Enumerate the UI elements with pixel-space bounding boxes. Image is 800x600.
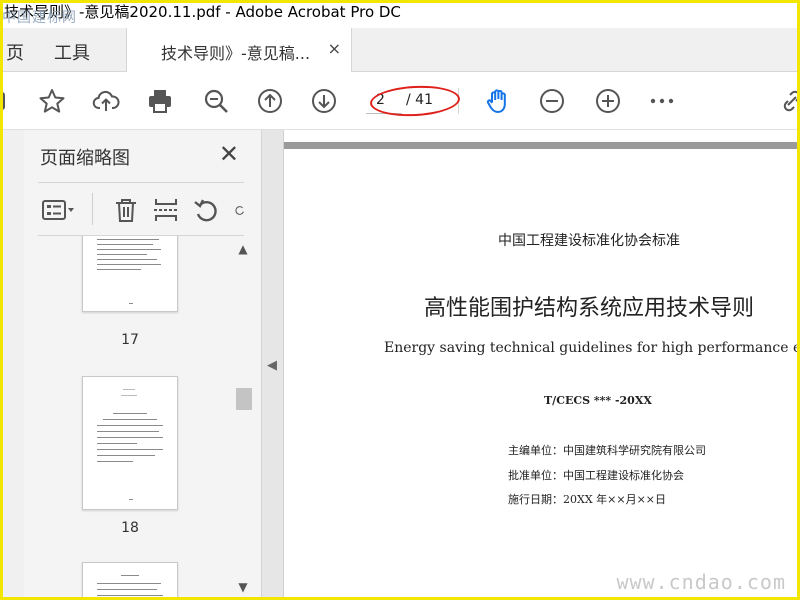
rotate-page-icon[interactable] (192, 195, 220, 225)
zoom-search-icon[interactable] (200, 85, 232, 117)
document-tab[interactable]: 技术导则》-意见稿... × (126, 28, 352, 72)
doc-title-en: Energy saving technical guidelines for h… (384, 340, 800, 356)
panel-collapse-handle[interactable]: ◀ (262, 130, 284, 600)
panel-toolbar (38, 182, 244, 236)
more-icon[interactable] (646, 85, 678, 117)
scroll-down-icon[interactable]: ▼ (234, 580, 252, 598)
doc-org-standard: 中国工程建设标准化协会标准 (498, 233, 680, 249)
scrollbar-thumb[interactable] (236, 388, 252, 410)
thumbnail-panel: 页面缩略图 ✕ 17 18 ▲ ▼ (24, 130, 262, 600)
star-icon[interactable] (36, 85, 68, 117)
left-navigation-strip (0, 130, 24, 600)
hand-icon[interactable] (482, 85, 514, 117)
delete-page-icon[interactable] (112, 195, 140, 225)
thumbnail-number: 17 (121, 332, 139, 348)
thumbnail-page-17[interactable] (82, 236, 178, 312)
panel-close-icon[interactable]: ✕ (219, 140, 239, 168)
collapse-arrow-icon[interactable]: ◀ (267, 358, 277, 373)
doc-title-cn: 高性能围护结构系统应用技术导则 (424, 296, 755, 321)
partial-tool-icon[interactable] (0, 85, 20, 117)
page-up-icon[interactable] (254, 85, 286, 117)
site-watermark: www.cndao.com (616, 570, 786, 594)
scroll-up-icon[interactable]: ▲ (234, 242, 252, 260)
document-tab-label: 技术导则》-意见稿... (161, 44, 311, 63)
overlay-watermark: 中国建标网 (2, 10, 77, 26)
doc-effective-date: 施行日期：20XX 年××月××日 (508, 493, 667, 506)
menu-tools[interactable]: 工具 (54, 39, 90, 65)
panel-title: 页面缩略图 (40, 148, 130, 169)
thumbnail-options-icon[interactable] (38, 195, 78, 225)
rotate-clockwise-icon[interactable] (234, 195, 246, 225)
cloud-upload-icon[interactable] (90, 85, 122, 117)
tab-row: 页 工具 技术导则》-意见稿... × (0, 28, 800, 72)
zoom-out-icon[interactable] (536, 85, 568, 117)
doc-chief-editor: 主编单位：中国建筑科学研究院有限公司 (508, 444, 706, 457)
thumbnail-list: 17 18 (38, 236, 244, 600)
panel-toolbar-divider (92, 193, 93, 225)
extract-page-icon[interactable] (152, 195, 180, 225)
doc-approver: 批准单位：中国工程建设标准化协会 (508, 469, 684, 482)
document-view: 中国工程建设标准化协会标准 高性能围护结构系统应用技术导则 Energy sav… (284, 130, 800, 600)
thumbnail-scrollbar[interactable]: ▲ ▼ (234, 242, 252, 600)
page-down-icon[interactable] (308, 85, 340, 117)
zoom-in-icon[interactable] (592, 85, 624, 117)
link-icon[interactable] (776, 85, 800, 117)
thumbnail-page-18[interactable] (82, 376, 178, 510)
menu-home[interactable]: 页 (6, 39, 24, 65)
thumbnail-number: 18 (121, 520, 139, 536)
doc-standard-code: T/CECS *** -20XX (544, 394, 652, 407)
tab-close-icon[interactable]: × (328, 39, 341, 58)
title-bar: 技术导则》-意见稿2020.11.pdf - Adobe Acrobat Pro… (0, 0, 800, 28)
print-icon[interactable] (144, 85, 176, 117)
thumbnail-page-19[interactable] (82, 562, 178, 600)
page-top-edge (284, 142, 800, 149)
